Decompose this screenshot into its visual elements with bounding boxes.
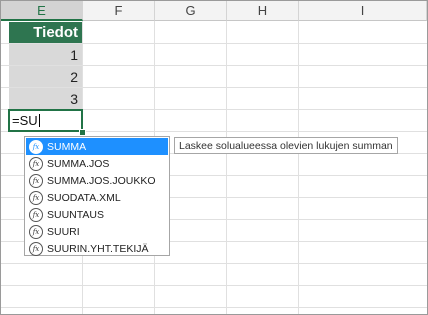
table-cell[interactable]: 3 — [9, 88, 82, 109]
autocomplete-item-label: SUUNTAUS — [47, 208, 104, 221]
spreadsheet-window: E F G H I Tiedot 1 2 3 =SU fx SUMMA fx S… — [0, 0, 428, 315]
function-icon: fx — [29, 190, 43, 205]
table-cell[interactable]: 2 — [9, 66, 82, 87]
autocomplete-item[interactable]: fx SUODATA.XML — [26, 189, 168, 206]
gridline — [1, 307, 427, 308]
autocomplete-item-label: SUURIN.YHT.TEKIJÄ — [47, 242, 149, 255]
autocomplete-item[interactable]: fx SUURI — [26, 223, 168, 240]
formula-text: =SU — [12, 113, 38, 128]
function-tooltip: Laskee solualueessa olevien lukujen summ… — [174, 137, 398, 154]
autocomplete-item-label: SUODATA.XML — [47, 191, 121, 204]
fill-handle[interactable] — [79, 129, 86, 136]
table-cell[interactable]: 1 — [9, 44, 82, 65]
column-header-g[interactable]: G — [155, 1, 227, 21]
column-header-h[interactable]: H — [227, 1, 299, 21]
function-icon: fx — [29, 207, 43, 222]
autocomplete-item-label: SUMMA.JOS — [47, 157, 110, 170]
autocomplete-item[interactable]: fx SUMMA.JOS — [26, 155, 168, 172]
function-icon: fx — [29, 224, 43, 239]
column-header-i[interactable]: I — [299, 1, 427, 21]
autocomplete-item[interactable]: fx SUMMA.JOS.JOUKKO — [26, 172, 168, 189]
text-caret — [38, 114, 40, 127]
column-header-e[interactable]: E — [1, 1, 83, 21]
table-header-cell[interactable]: Tiedot — [9, 22, 82, 43]
column-header-f[interactable]: F — [83, 1, 155, 21]
function-autocomplete-list[interactable]: fx SUMMA fx SUMMA.JOS fx SUMMA.JOS.JOUKK… — [24, 136, 170, 256]
autocomplete-item-label: SUURI — [47, 225, 80, 238]
column-headers: E F G H I — [1, 1, 427, 21]
function-icon: fx — [29, 156, 43, 171]
autocomplete-item[interactable]: fx SUUNTAUS — [26, 206, 168, 223]
function-icon: fx — [29, 241, 43, 256]
autocomplete-item[interactable]: fx SUMMA — [26, 138, 168, 155]
autocomplete-item-label: SUMMA.JOS.JOUKKO — [47, 174, 156, 187]
autocomplete-item-label: SUMMA — [47, 140, 87, 153]
function-icon: fx — [29, 139, 43, 154]
gridline — [1, 263, 427, 264]
autocomplete-item[interactable]: fx SUURIN.YHT.TEKIJÄ — [26, 240, 168, 257]
formula-edit-cell[interactable]: =SU — [8, 109, 83, 132]
function-icon: fx — [29, 173, 43, 188]
gridline — [1, 285, 427, 286]
